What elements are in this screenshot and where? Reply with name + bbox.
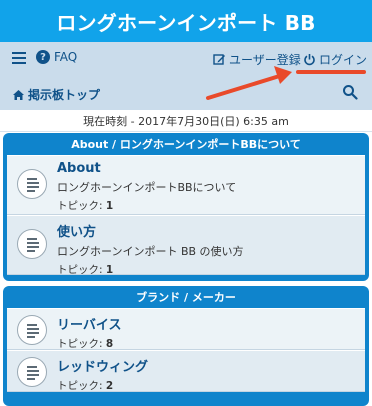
forum-topic-count: トピック: 1 [57, 264, 114, 276]
faq-link[interactable]: ? FAQ [36, 50, 77, 64]
hamburger-menu-icon[interactable] [12, 52, 26, 66]
category-block: About / ロングホーンインポートBBについて About ロングホーンイン… [3, 133, 369, 281]
annotation-arrow-icon [206, 66, 292, 100]
forum-read-icon [17, 357, 47, 387]
forum-row[interactable]: About ロングホーンインポートBBについて トピック: 1 [7, 155, 365, 215]
forum-row[interactable]: リーバイス トピック: 8 [7, 308, 365, 350]
faq-label: FAQ [54, 50, 78, 64]
board-index-label: 掲示板トップ [28, 88, 101, 102]
forum-title[interactable]: リーバイス [57, 314, 121, 333]
category-block: ブランド / メーカー リーバイス トピック: 8 レッドウィング トピック: … [3, 286, 369, 406]
site-title[interactable]: ロングホーンインポート BB [56, 7, 315, 36]
forum-row[interactable]: レッドウィング トピック: 2 [7, 350, 365, 392]
forum-description: ロングホーンインポートBBについて [57, 181, 237, 194]
forum-title[interactable]: 使い方 [57, 221, 244, 240]
forum-topic-count: トピック: 2 [57, 380, 114, 392]
login-label: ログイン [319, 53, 368, 67]
forum-title[interactable]: レッドウィング [57, 356, 148, 375]
forum-topic-count: トピック: 1 [57, 200, 114, 212]
forum-title[interactable]: About [57, 161, 236, 176]
forum-info: リーバイス トピック: 8 [57, 314, 121, 351]
navbar: ? FAQ ユーザー登録 ログイン 掲示板トップ [0, 42, 372, 110]
forum-read-icon [17, 229, 47, 259]
forum-topic-count: トピック: 8 [57, 338, 114, 350]
current-time: 現在時刻 - 2017年7月30日(日) 6:35 am [0, 110, 372, 132]
forum-read-icon [17, 169, 47, 199]
forum-info: About ロングホーンインポートBBについて トピック: 1 [57, 161, 236, 213]
forum-subforum-icon [17, 315, 47, 345]
category-title[interactable]: ブランド / メーカー [7, 286, 365, 308]
question-icon: ? [36, 50, 50, 64]
forum-info: レッドウィング トピック: 2 [57, 356, 148, 393]
forum-info: 使い方 ロングホーンインポート BB の使い方 トピック: 1 [57, 221, 244, 277]
site-header: ロングホーンインポート BB [0, 0, 372, 42]
board-index-link[interactable]: 掲示板トップ [12, 86, 100, 103]
search-icon[interactable] [342, 84, 358, 100]
forum-row[interactable]: 使い方 ロングホーンインポート BB の使い方 トピック: 1 [7, 215, 365, 277]
category-title[interactable]: About / ロングホーンインポートBBについて [7, 133, 365, 155]
login-link[interactable]: ログイン [303, 51, 367, 68]
nav-row-bottom: 掲示板トップ [0, 76, 372, 110]
home-icon [13, 89, 24, 100]
forum-description: ロングホーンインポート BB の使い方 [57, 245, 244, 258]
